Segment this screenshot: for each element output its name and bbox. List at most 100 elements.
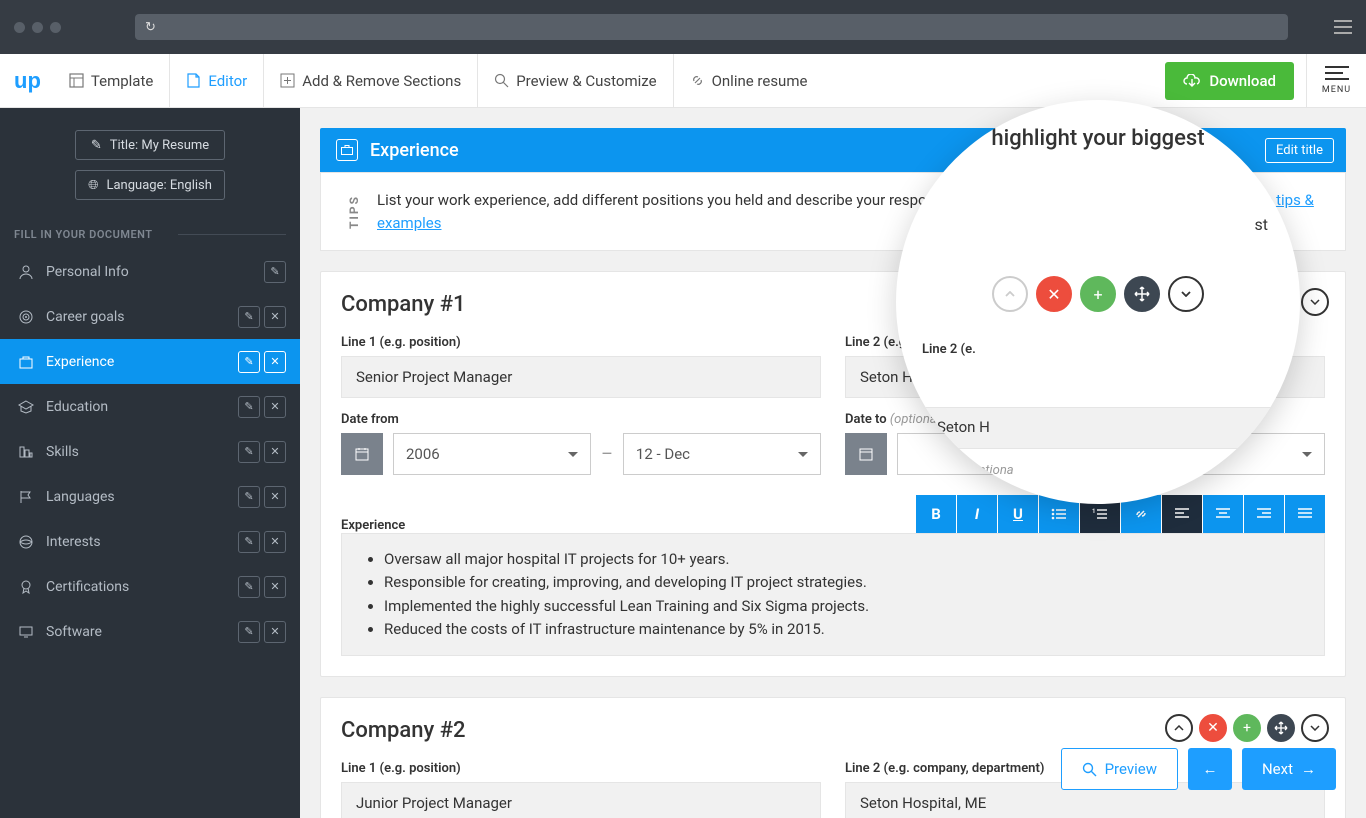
remove-icon[interactable]: ✕: [264, 441, 286, 463]
align-left-button[interactable]: [1162, 495, 1202, 533]
month-select[interactable]: 12 - Dec: [623, 433, 821, 475]
target-icon: [14, 309, 38, 325]
delete-button[interactable]: ✕: [1036, 276, 1072, 312]
nav-sections[interactable]: Add & Remove Sections: [264, 54, 478, 107]
sidebar-item-career-goals[interactable]: Career goals ✎✕: [0, 294, 300, 339]
remove-icon[interactable]: ✕: [264, 531, 286, 553]
section-title: Experience: [370, 140, 459, 161]
add-button[interactable]: +: [1080, 276, 1116, 312]
sections-icon: [280, 73, 295, 88]
month-value: 12 - Dec: [636, 445, 690, 463]
nav-template[interactable]: Template: [53, 54, 170, 107]
url-bar[interactable]: ↻: [135, 14, 1288, 40]
nav-preview[interactable]: Preview & Customize: [478, 54, 673, 107]
remove-icon[interactable]: ✕: [264, 396, 286, 418]
sidebar-item-label: Languages: [46, 489, 115, 505]
experience-editor[interactable]: Oversaw all major hospital IT projects f…: [341, 533, 1325, 656]
align-center-button[interactable]: [1203, 495, 1243, 533]
bullet-item: Responsible for creating, improving, and…: [384, 571, 1306, 594]
edit-icon[interactable]: ✎: [238, 396, 260, 418]
delete-button[interactable]: ✕: [1199, 714, 1227, 742]
position-input[interactable]: [341, 356, 821, 398]
mag-line2-label: Line 2 (e.: [922, 342, 1274, 357]
remove-icon[interactable]: ✕: [264, 621, 286, 643]
sidebar-item-personal-info[interactable]: Personal Info ✎: [0, 249, 300, 294]
sidebar-item-interests[interactable]: Interests ✎✕: [0, 519, 300, 564]
calendar-button[interactable]: [845, 433, 887, 475]
edit-icon[interactable]: ✎: [238, 351, 260, 373]
maximize-window[interactable]: [50, 22, 61, 33]
remove-icon[interactable]: ✕: [264, 306, 286, 328]
sidebar-item-label: Personal Info: [46, 264, 129, 280]
title-button[interactable]: ✎ Title: My Resume: [75, 130, 225, 160]
award-icon: [14, 579, 38, 595]
next-label: Next: [1262, 760, 1293, 778]
sidebar-item-software[interactable]: Software ✎✕: [0, 609, 300, 654]
edit-icon[interactable]: ✎: [238, 621, 260, 643]
bullet-item: Oversaw all major hospital IT projects f…: [384, 548, 1306, 571]
nav-preview-label: Preview & Customize: [516, 72, 656, 90]
sidebar-item-education[interactable]: Education ✎✕: [0, 384, 300, 429]
sidebar-item-experience[interactable]: Experience ✎✕: [0, 339, 300, 384]
footer-bar: Preview ← Next →: [1061, 748, 1336, 790]
edit-icon[interactable]: ✎: [238, 306, 260, 328]
traffic-lights: [14, 22, 61, 33]
remove-icon[interactable]: ✕: [264, 486, 286, 508]
sidebar-item-certifications[interactable]: Certifications ✎✕: [0, 564, 300, 609]
menu-button[interactable]: MENU: [1306, 54, 1366, 108]
fill-document-label: FILL IN YOUR DOCUMENT: [0, 210, 300, 249]
search-icon: [1082, 762, 1097, 777]
person-icon: [14, 264, 38, 280]
monitor-icon: [14, 624, 38, 640]
sidebar-item-languages[interactable]: Languages ✎✕: [0, 474, 300, 519]
close-window[interactable]: [14, 22, 25, 33]
reload-icon[interactable]: ↻: [145, 20, 156, 35]
edit-title-button[interactable]: Edit title: [1265, 138, 1334, 163]
dash: –: [601, 444, 613, 465]
language-button[interactable]: 🌐︎ Language: English: [75, 170, 225, 200]
nav-editor-label: Editor: [208, 72, 247, 90]
italic-button[interactable]: I: [957, 495, 997, 533]
next-button[interactable]: Next →: [1242, 748, 1336, 790]
logo[interactable]: up: [14, 68, 41, 94]
underline-button[interactable]: U: [998, 495, 1038, 533]
edit-icon[interactable]: ✎: [238, 441, 260, 463]
bold-button[interactable]: B: [916, 495, 956, 533]
move-up-button[interactable]: [1165, 714, 1193, 742]
block-actions: [1301, 288, 1329, 316]
download-button[interactable]: Download: [1165, 62, 1294, 100]
remove-icon[interactable]: ✕: [264, 351, 286, 373]
edit-icon[interactable]: ✎: [264, 261, 286, 283]
move-up-button[interactable]: [992, 276, 1028, 312]
ball-icon: [14, 534, 38, 550]
sidebar-item-skills[interactable]: Skills ✎✕: [0, 429, 300, 474]
preview-button[interactable]: Preview: [1061, 748, 1178, 790]
move-button[interactable]: [1267, 714, 1295, 742]
edit-icon[interactable]: ✎: [238, 486, 260, 508]
collapse-button[interactable]: [1301, 714, 1329, 742]
collapse-button[interactable]: [1301, 288, 1329, 316]
minimize-window[interactable]: [32, 22, 43, 33]
browser-chrome: ↻: [0, 0, 1366, 54]
line1-label: Line 1 (e.g. position): [341, 335, 821, 350]
move-button[interactable]: [1124, 276, 1160, 312]
nav-online[interactable]: Online resume: [674, 54, 824, 107]
tips-label: TIPS: [345, 194, 363, 228]
add-button[interactable]: +: [1233, 714, 1261, 742]
align-justify-button[interactable]: [1285, 495, 1325, 533]
collapse-button[interactable]: [1168, 276, 1204, 312]
education-icon: [14, 399, 38, 415]
edit-icon[interactable]: ✎: [238, 576, 260, 598]
position-input[interactable]: [341, 782, 821, 818]
browser-menu-icon[interactable]: [1334, 20, 1352, 34]
nav-editor[interactable]: Editor: [170, 54, 264, 107]
year-select[interactable]: 2006: [393, 433, 591, 475]
align-right-button[interactable]: [1244, 495, 1284, 533]
remove-icon[interactable]: ✕: [264, 576, 286, 598]
document-icon: [186, 73, 201, 88]
edit-icon[interactable]: ✎: [238, 531, 260, 553]
line1-label: Line 1 (e.g. position): [341, 761, 821, 776]
date-from-label: Date from: [341, 412, 821, 427]
back-button[interactable]: ←: [1188, 748, 1232, 790]
calendar-button[interactable]: [341, 433, 383, 475]
